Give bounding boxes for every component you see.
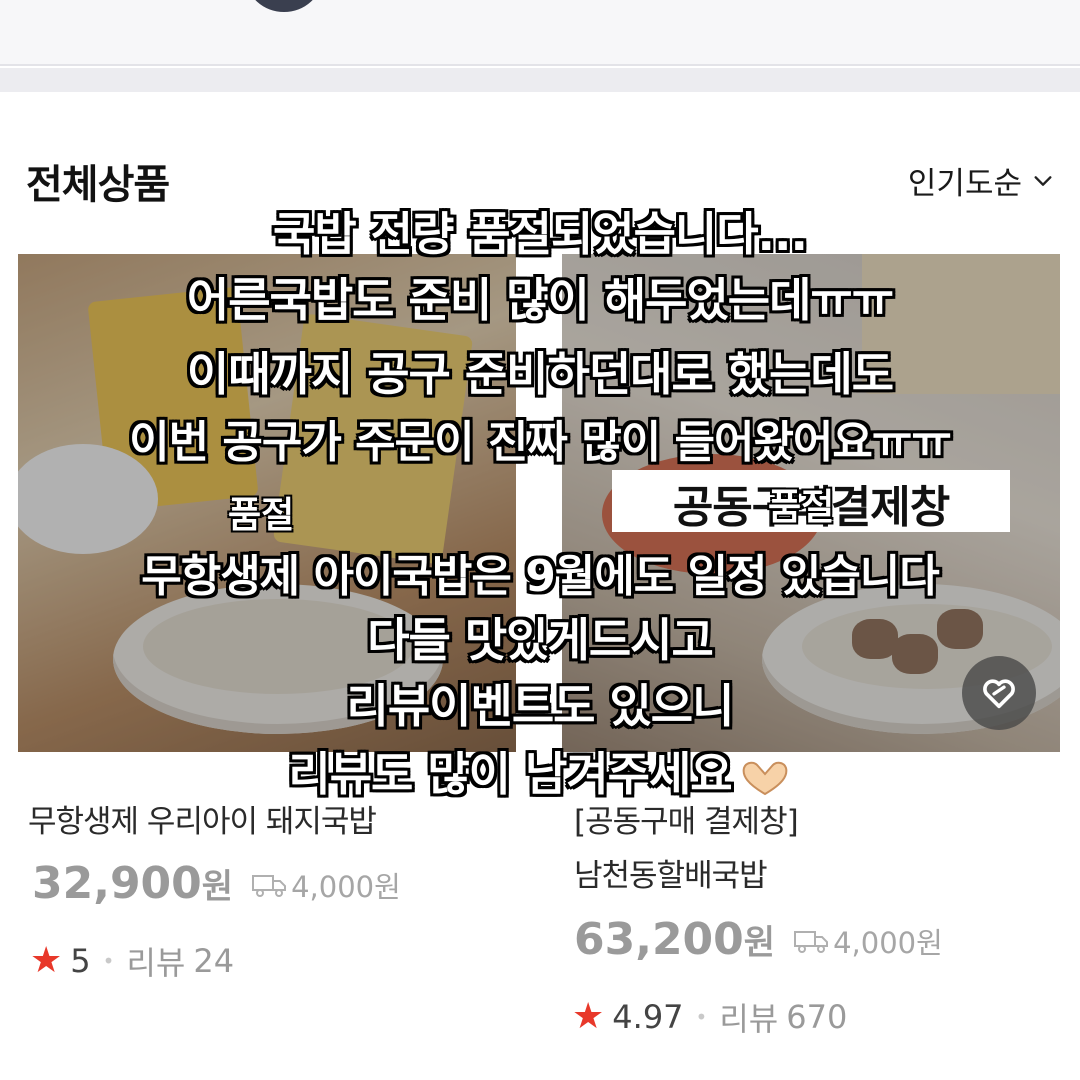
shipping-fee: 4,000원	[793, 920, 943, 962]
soldout-badge: 품절	[768, 487, 835, 528]
separator-dot: •	[102, 949, 115, 973]
top-bar	[0, 0, 1080, 66]
separator-dot: •	[695, 1005, 708, 1029]
overlay-line-text: 리뷰도 많이 남겨주세요	[288, 747, 732, 801]
heart-hands-icon	[742, 761, 787, 795]
overlay-line: 무항생제 아이국밥은 9월에도 일정 있습니다	[141, 551, 940, 602]
product-price: 63,200원 4,000원	[574, 914, 943, 965]
review-label: 리뷰	[719, 1000, 779, 1038]
truck-icon	[252, 875, 287, 897]
rating-value: 4.97	[612, 998, 684, 1036]
star-icon: ★	[30, 940, 63, 981]
price-currency: 원	[743, 923, 776, 963]
overlay-line: 어른국밥도 준비 많이 해두었는데ㅠㅠ	[186, 273, 894, 327]
star-icon: ★	[572, 996, 605, 1037]
soldout-badge: 품절	[228, 495, 295, 536]
product-name[interactable]: 무항생제 우리아이 돼지국밥	[28, 796, 377, 841]
overlay-line: 리뷰이벤트도 있으니	[346, 679, 735, 733]
sort-dropdown[interactable]: 인기도순	[908, 158, 1054, 203]
price-currency: 원	[201, 867, 234, 907]
rating-value: 5	[70, 942, 91, 980]
sort-label: 인기도순	[907, 166, 1022, 202]
product-name-tag[interactable]: [공동구매 결제창]	[574, 796, 799, 841]
product-name[interactable]: 남천동할배국밥	[574, 850, 768, 895]
product-rating: ★ 5 • 리뷰 24	[30, 938, 234, 984]
overlay-line: 이때까지 공구 준비하던대로 했는데도	[186, 347, 894, 401]
overlay-line: 리뷰도 많이 남겨주세요	[0, 738, 1080, 804]
overlay-line: 다들 맛있게드시고	[367, 613, 714, 667]
review-label: 리뷰	[126, 944, 186, 982]
truck-icon	[794, 931, 829, 953]
review-count: 670	[786, 998, 848, 1036]
overlay-line: 이번 공구가 주문이 진짜 많이 들어왔어요ㅠㅠ	[129, 417, 952, 468]
shipping-amount: 4,000원	[291, 870, 401, 904]
avatar[interactable]	[246, 0, 322, 12]
review-count: 24	[193, 942, 235, 980]
shipping-fee: 4,000원	[251, 864, 401, 906]
chevron-down-icon	[1034, 175, 1052, 186]
overlay-line: 국밥 전량 품절되었습니다...	[273, 207, 808, 261]
section-divider	[0, 68, 1080, 92]
product-price: 32,900원 4,000원	[32, 858, 401, 909]
price-amount: 63,200	[574, 914, 744, 965]
product-rating: ★ 4.97 • 리뷰 670	[572, 994, 847, 1040]
shipping-amount: 4,000원	[833, 926, 943, 960]
price-amount: 32,900	[32, 858, 202, 909]
